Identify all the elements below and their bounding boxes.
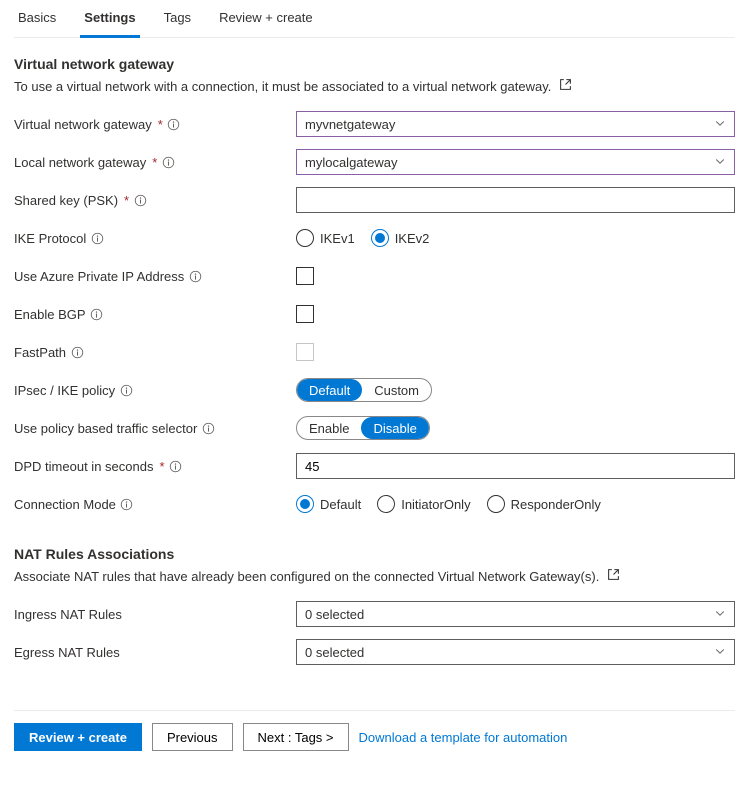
dpd-input[interactable]	[296, 453, 735, 479]
section-vng-desc: To use a virtual network with a connecti…	[14, 78, 735, 94]
ingress-nat-dropdown[interactable]: 0 selected	[296, 601, 735, 627]
previous-button[interactable]: Previous	[152, 723, 233, 751]
ike-v2-radio[interactable]: IKEv2	[371, 229, 430, 247]
tab-review[interactable]: Review + create	[215, 0, 317, 37]
tab-settings[interactable]: Settings	[80, 0, 139, 38]
vng-dropdown[interactable]: myvnetgateway	[296, 111, 735, 137]
info-icon[interactable]	[120, 497, 134, 511]
ipsec-policy-toggle[interactable]: Default Custom	[296, 378, 432, 402]
label-ingress-nat: Ingress NAT Rules	[14, 607, 122, 622]
info-icon[interactable]	[201, 421, 215, 435]
fastpath-checkbox	[296, 343, 314, 361]
chevron-down-icon	[714, 117, 726, 132]
lng-dropdown[interactable]: mylocalgateway	[296, 149, 735, 175]
info-icon[interactable]	[70, 345, 84, 359]
ipsec-custom-pill[interactable]: Custom	[362, 379, 431, 401]
label-fastpath: FastPath	[14, 345, 66, 360]
ike-v1-radio[interactable]: IKEv1	[296, 229, 355, 247]
policy-selector-toggle[interactable]: Enable Disable	[296, 416, 430, 440]
policy-enable-pill[interactable]: Enable	[297, 417, 361, 439]
tab-bar: Basics Settings Tags Review + create	[14, 0, 735, 38]
bgp-checkbox[interactable]	[296, 305, 314, 323]
chevron-down-icon	[714, 607, 726, 622]
learn-more-nat-link[interactable]	[607, 568, 620, 584]
section-nat-title: NAT Rules Associations	[14, 546, 735, 562]
section-vng-title: Virtual network gateway	[14, 56, 735, 72]
label-connection-mode: Connection Mode	[14, 497, 116, 512]
chevron-down-icon	[714, 645, 726, 660]
download-template-link[interactable]: Download a template for automation	[359, 730, 568, 745]
footer-bar: Review + create Previous Next : Tags > D…	[14, 710, 735, 751]
label-lng: Local network gateway	[14, 155, 146, 170]
tab-tags[interactable]: Tags	[160, 0, 195, 37]
required-marker: *	[159, 459, 164, 474]
connmode-initiator-radio[interactable]: InitiatorOnly	[377, 495, 470, 513]
info-icon[interactable]	[90, 307, 104, 321]
label-policy-selector: Use policy based traffic selector	[14, 421, 197, 436]
required-marker: *	[152, 155, 157, 170]
label-psk: Shared key (PSK)	[14, 193, 118, 208]
label-bgp: Enable BGP	[14, 307, 86, 322]
psk-input[interactable]	[296, 187, 735, 213]
policy-disable-pill[interactable]: Disable	[361, 417, 428, 439]
ipsec-default-pill[interactable]: Default	[297, 379, 362, 401]
egress-nat-dropdown[interactable]: 0 selected	[296, 639, 735, 665]
connmode-responder-radio[interactable]: ResponderOnly	[487, 495, 601, 513]
label-ike: IKE Protocol	[14, 231, 86, 246]
info-icon[interactable]	[119, 383, 133, 397]
label-egress-nat: Egress NAT Rules	[14, 645, 120, 660]
private-ip-checkbox[interactable]	[296, 267, 314, 285]
learn-more-vng-link[interactable]	[559, 78, 572, 94]
info-icon[interactable]	[90, 231, 104, 245]
info-icon[interactable]	[188, 269, 202, 283]
section-nat-desc: Associate NAT rules that have already be…	[14, 568, 735, 584]
chevron-down-icon	[714, 155, 726, 170]
tab-basics[interactable]: Basics	[14, 0, 60, 37]
info-icon[interactable]	[133, 193, 147, 207]
review-create-button[interactable]: Review + create	[14, 723, 142, 751]
label-vng: Virtual network gateway	[14, 117, 152, 132]
label-dpd: DPD timeout in seconds	[14, 459, 153, 474]
label-private-ip: Use Azure Private IP Address	[14, 269, 184, 284]
info-icon[interactable]	[169, 459, 183, 473]
required-marker: *	[124, 193, 129, 208]
info-icon[interactable]	[167, 117, 181, 131]
info-icon[interactable]	[161, 155, 175, 169]
required-marker: *	[158, 117, 163, 132]
next-button[interactable]: Next : Tags >	[243, 723, 349, 751]
connmode-default-radio[interactable]: Default	[296, 495, 361, 513]
label-ipsec: IPsec / IKE policy	[14, 383, 115, 398]
